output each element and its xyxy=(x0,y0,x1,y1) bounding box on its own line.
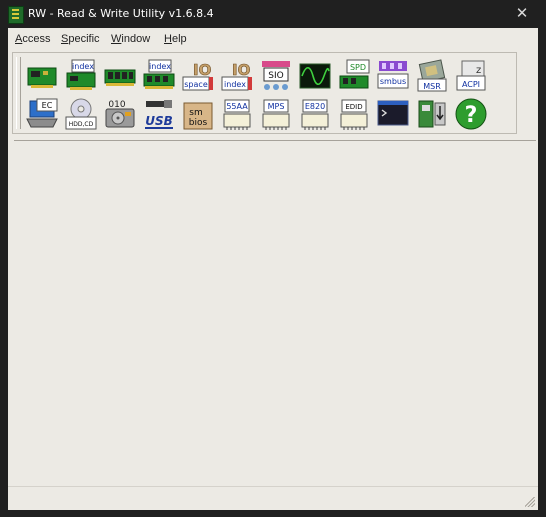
ata-button[interactable]: HDD,CD xyxy=(64,97,98,131)
memory-icon xyxy=(104,69,136,86)
superio-button[interactable]: SIO xyxy=(259,59,293,93)
svg-text:IO: IO xyxy=(193,61,211,79)
menu-help-label: elp xyxy=(171,33,187,45)
app-icon xyxy=(8,6,24,24)
disc-icon: HDD,CD xyxy=(65,98,97,130)
smbus-button[interactable]: smbus xyxy=(376,59,410,93)
msr-button[interactable]: MSR xyxy=(415,59,449,93)
toolbar-grip[interactable] xyxy=(16,57,21,129)
memory-button[interactable] xyxy=(103,59,137,93)
memory-index-button[interactable]: index xyxy=(142,59,176,93)
window-title: RW - Read & Write Utility v1.6.8.4 xyxy=(28,7,214,20)
menu-help[interactable]: Help xyxy=(164,33,187,45)
mps-button[interactable]: MPS xyxy=(259,97,293,131)
title-bar[interactable]: RW - Read & Write Utility v1.6.8.4 ✕ xyxy=(0,0,546,28)
mdi-workspace[interactable] xyxy=(8,143,538,487)
pci-index-label: index xyxy=(72,62,94,71)
smbios-label-top: sm xyxy=(189,108,202,118)
svg-text:z: z xyxy=(476,65,481,76)
smbios-label-bottom: bios xyxy=(189,118,208,128)
menu-window-accel: W xyxy=(111,33,122,45)
e820-label: E820 xyxy=(305,102,325,111)
cmos-icon xyxy=(418,100,446,128)
acpi-label: ACPI xyxy=(462,80,480,89)
spd-icon: SPD xyxy=(339,59,370,89)
terminal-icon xyxy=(377,100,409,126)
menu-window-label: indow xyxy=(121,33,151,45)
status-bar xyxy=(8,486,538,510)
edid-button[interactable]: EDID xyxy=(337,97,371,131)
pci-index-icon: index xyxy=(66,59,96,90)
usb-label: USB xyxy=(145,114,173,128)
client-area: Access Specific Window Help index index … xyxy=(8,28,538,510)
pci-index-button[interactable]: index xyxy=(64,59,98,93)
io-index-button[interactable]: IO index xyxy=(220,59,254,93)
io-index-icon: IO index xyxy=(221,61,252,91)
menu-specific-label: pecific xyxy=(68,33,100,45)
io-space-button[interactable]: IO space xyxy=(181,59,215,93)
menu-help-accel: H xyxy=(164,33,172,45)
mps-chip-icon: MPS xyxy=(262,99,290,130)
svg-text:?: ? xyxy=(465,103,478,128)
command-window-button[interactable] xyxy=(376,97,410,131)
msr-cpu-icon: MSR xyxy=(417,59,447,92)
menu-window[interactable]: Window xyxy=(111,33,150,45)
resize-grip-icon[interactable] xyxy=(525,497,535,507)
edid-chip-icon: EDID xyxy=(340,99,368,130)
hard-disk-icon: 010 xyxy=(105,100,135,128)
ec-laptop-icon: EC xyxy=(26,98,58,128)
smbios-icon: sm bios xyxy=(183,102,213,130)
superio-label: SIO xyxy=(268,71,283,81)
ec-label: EC xyxy=(42,101,53,110)
io-space-label: space xyxy=(184,80,208,89)
rom-button[interactable]: 55AA xyxy=(220,97,254,131)
help-question-icon: ? xyxy=(455,98,487,130)
menu-specific[interactable]: Specific xyxy=(61,33,100,45)
e820-button[interactable]: E820 xyxy=(298,97,332,131)
menu-bar: Access Specific Window Help xyxy=(8,30,538,49)
waveform-icon xyxy=(299,63,331,89)
svg-text:IO: IO xyxy=(232,61,250,79)
io-space-icon: IO space xyxy=(182,61,213,91)
clock-gen-button[interactable] xyxy=(298,59,332,93)
rom-chip-icon: 55AA xyxy=(223,99,251,130)
spd-label: SPD xyxy=(350,63,366,72)
edid-label: EDID xyxy=(345,103,362,111)
pci-button[interactable] xyxy=(25,59,59,93)
io-index-label: index xyxy=(224,80,246,89)
memory-hex-button[interactable]: 010 xyxy=(103,97,137,131)
smbus-label: smbus xyxy=(380,77,406,86)
memory-index-icon: index xyxy=(143,59,175,89)
ata-label: HDD,CD xyxy=(69,121,94,128)
msr-label: MSR xyxy=(423,82,441,91)
menu-access-label: ccess xyxy=(22,33,51,45)
mps-label: MPS xyxy=(268,102,285,111)
spd-button[interactable]: SPD xyxy=(337,59,371,93)
superio-icon: SIO xyxy=(262,61,290,90)
menu-access[interactable]: Access xyxy=(15,33,50,45)
usb-button[interactable]: USB xyxy=(142,97,176,131)
help-button[interactable]: ? xyxy=(454,97,488,131)
smbus-icon: smbus xyxy=(377,61,409,89)
cmos-button[interactable] xyxy=(415,97,449,131)
ec-button[interactable]: EC xyxy=(25,97,59,131)
acpi-icon: z ACPI xyxy=(456,60,486,91)
rom-label: 55AA xyxy=(226,102,248,111)
memory-index-label: index xyxy=(149,62,171,71)
close-button[interactable]: ✕ xyxy=(508,4,536,24)
pci-card-icon xyxy=(27,67,57,88)
app-window: RW - Read & Write Utility v1.6.8.4 ✕ Acc… xyxy=(0,0,546,517)
e820-chip-icon: E820 xyxy=(301,99,329,130)
acpi-button[interactable]: z ACPI xyxy=(454,59,488,93)
smbios-button[interactable]: sm bios xyxy=(181,97,215,131)
usb-icon: USB xyxy=(145,100,173,129)
toolbar: index index IO space IO index SIO SPD sm… xyxy=(12,52,517,134)
